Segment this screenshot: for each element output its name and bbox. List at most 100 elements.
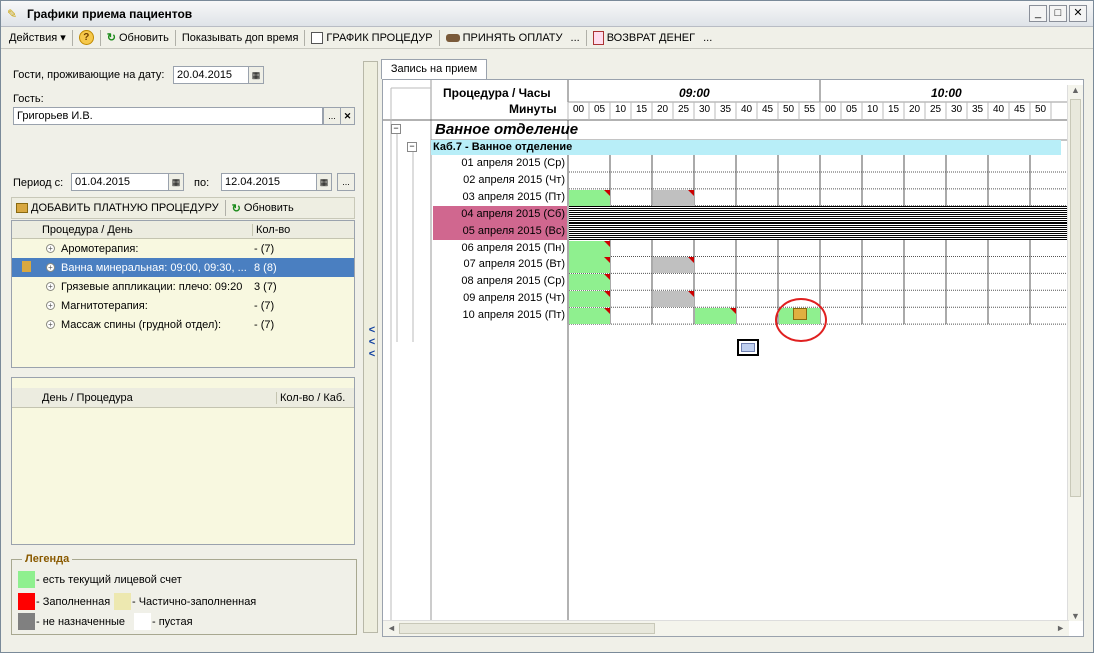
legend-empty: - пустая — [152, 616, 193, 628]
tab-appointment[interactable]: Запись на прием — [381, 59, 487, 79]
procedure-count: - (7) — [254, 318, 275, 331]
legend-not-assigned: - не назначенные — [36, 616, 126, 628]
column-header-day: День / Процедура — [42, 391, 133, 404]
vertical-scrollbar[interactable]: ▲ ▼ — [1067, 85, 1083, 621]
maximize-button[interactable]: □ — [1049, 5, 1067, 22]
calendar-icon[interactable]: ▦ — [316, 173, 332, 191]
add-procedure-button[interactable]: ДОБАВИТЬ ПЛАТНУЮ ПРОЦЕДУРУ — [16, 202, 219, 214]
expand-icon[interactable]: + — [46, 263, 55, 272]
slot-marker-icon — [604, 308, 610, 315]
refresh-button[interactable]: ↻ Обновить — [103, 29, 173, 47]
schedule-grid: Процедура / Часы Минуты 09:00 10:00 00 05… — [382, 79, 1084, 637]
expand-icon[interactable]: + — [46, 301, 55, 310]
calendar-icon[interactable]: ▦ — [248, 66, 264, 84]
guests-date-field[interactable]: 20.04.2015 — [173, 66, 249, 84]
time-slot-green[interactable] — [569, 274, 610, 291]
procedure-name: Грязевые аппликации: плечо: 09:20 — [61, 280, 243, 293]
refund-button[interactable]: ВОЗВРАТ ДЕНЕГ — [589, 29, 699, 47]
title-bar: ✎ Графики приема пациентов _ □ ✕ — [1, 1, 1093, 27]
schedule-button[interactable]: ГРАФИК ПРОЦЕДУР — [307, 29, 436, 47]
slot-marker-icon — [688, 257, 694, 264]
collapse-cabinet-button[interactable]: − — [407, 142, 417, 152]
day-row-label: 10 апреля 2015 (Пт) — [462, 309, 565, 322]
period-select-button[interactable]: ... — [337, 173, 355, 191]
more-button-2[interactable]: ... — [699, 29, 716, 47]
day-row-label: 07 апреля 2015 (Вт) — [463, 258, 565, 271]
expand-icon[interactable]: + — [46, 282, 55, 291]
show-extra-time-button[interactable]: Показывать доп время — [178, 29, 303, 47]
minute-label: 20 — [656, 104, 669, 115]
time-slot-gray[interactable] — [653, 291, 694, 308]
help-button[interactable]: ? — [75, 29, 98, 47]
toolbar-separator — [438, 29, 440, 46]
minute-label: 55 — [803, 104, 816, 115]
close-button[interactable]: ✕ — [1069, 5, 1087, 22]
slot-marker-icon — [604, 257, 610, 264]
period-to-field[interactable]: 12.04.2015 — [221, 173, 317, 191]
time-slot-gray[interactable] — [653, 189, 694, 206]
collapse-department-button[interactable]: − — [391, 124, 401, 134]
procedure-row[interactable]: + Аромотерапия: - (7) — [12, 239, 354, 258]
time-slot-green[interactable] — [569, 257, 610, 274]
time-slot-green[interactable] — [695, 308, 736, 325]
time-slot-green[interactable] — [569, 291, 610, 308]
expand-icon[interactable]: + — [46, 320, 55, 329]
legend-title: Легенда — [22, 553, 73, 565]
add-procedure-label: ДОБАВИТЬ ПЛАТНУЮ ПРОЦЕДУРУ — [31, 202, 219, 214]
minute-label: 30 — [950, 104, 963, 115]
scroll-left-icon[interactable]: ◄ — [387, 623, 396, 633]
minute-label: 25 — [677, 104, 690, 115]
procedure-row[interactable]: + Грязевые аппликации: плечо: 09:20 3 (7) — [12, 277, 354, 296]
collapse-arrows-icon[interactable]: < < < — [367, 324, 377, 360]
minute-label: 50 — [1034, 104, 1047, 115]
period-to-label: по: — [194, 177, 210, 189]
header-procedure-hours: Процедура / Часы — [443, 86, 551, 100]
procedure-row[interactable]: + Массаж спины (грудной отдел): - (7) — [12, 315, 354, 334]
more-button-1[interactable]: ... — [567, 29, 584, 47]
payment-item-icon[interactable] — [793, 308, 807, 320]
guest-clear-button[interactable]: ✕ — [340, 107, 355, 125]
scroll-down-icon[interactable]: ▼ — [1068, 611, 1083, 621]
scroll-up-icon[interactable]: ▲ — [1068, 85, 1083, 95]
main-window: ✎ Графики приема пациентов _ □ ✕ Действи… — [0, 0, 1094, 653]
scroll-right-icon[interactable]: ► — [1056, 623, 1065, 633]
toolbar-separator — [99, 29, 101, 46]
payment-icon — [445, 33, 460, 42]
refund-label: ВОЗВРАТ ДЕНЕГ — [606, 31, 696, 44]
legend-swatch-red — [18, 593, 35, 610]
period-from-field[interactable]: 01.04.2015 — [71, 173, 169, 191]
slot-marker-icon — [604, 274, 610, 281]
procedure-row[interactable]: + Магнитотерапия: - (7) — [12, 296, 354, 315]
actions-menu[interactable]: Действия ▾ — [5, 29, 70, 47]
accept-payment-label: ПРИНЯТЬ ОПЛАТУ — [462, 31, 563, 44]
accept-payment-button[interactable]: ПРИНЯТЬ ОПЛАТУ — [442, 29, 567, 47]
legend-swatch-beige — [114, 593, 131, 610]
procedure-row[interactable]: + Ванна минеральная: 09:00, 09:30, ... 8 (… — [12, 258, 354, 277]
expand-icon[interactable]: + — [46, 244, 55, 253]
guests-date-label: Гости, проживающие на дату: — [13, 69, 165, 81]
time-slot-green[interactable] — [569, 240, 610, 257]
calendar-icon[interactable]: ▦ — [168, 173, 184, 191]
minute-label: 35 — [971, 104, 984, 115]
time-slot-green[interactable] — [569, 308, 610, 325]
selected-row-icon — [22, 261, 31, 272]
minimize-button[interactable]: _ — [1029, 5, 1047, 22]
panel-splitter[interactable]: < < < — [363, 61, 378, 633]
guest-select-button[interactable]: ... — [323, 107, 341, 125]
time-slot-green[interactable] — [569, 189, 610, 206]
time-slot-gray[interactable] — [653, 257, 694, 274]
minute-label: 40 — [740, 104, 753, 115]
refresh-icon: ↻ — [106, 32, 116, 44]
vertical-scroll-thumb[interactable] — [1070, 99, 1081, 497]
horizontal-scroll-thumb[interactable] — [399, 623, 655, 634]
legend-swatch-green — [18, 571, 35, 588]
refresh-procedures-button[interactable]: ↻ Обновить — [232, 202, 294, 215]
procedures-table-header: Процедура / День Кол-во — [12, 221, 354, 239]
refund-icon — [592, 30, 604, 45]
horizontal-scrollbar[interactable]: ◄ ► — [383, 620, 1069, 636]
legend-partial: - Частично-заполненная — [132, 596, 257, 608]
minute-label: 15 — [635, 104, 648, 115]
procedure-count: 8 (8) — [254, 261, 277, 274]
guest-field[interactable]: Григорьев И.В. — [13, 107, 323, 125]
minute-label: 05 — [845, 104, 858, 115]
